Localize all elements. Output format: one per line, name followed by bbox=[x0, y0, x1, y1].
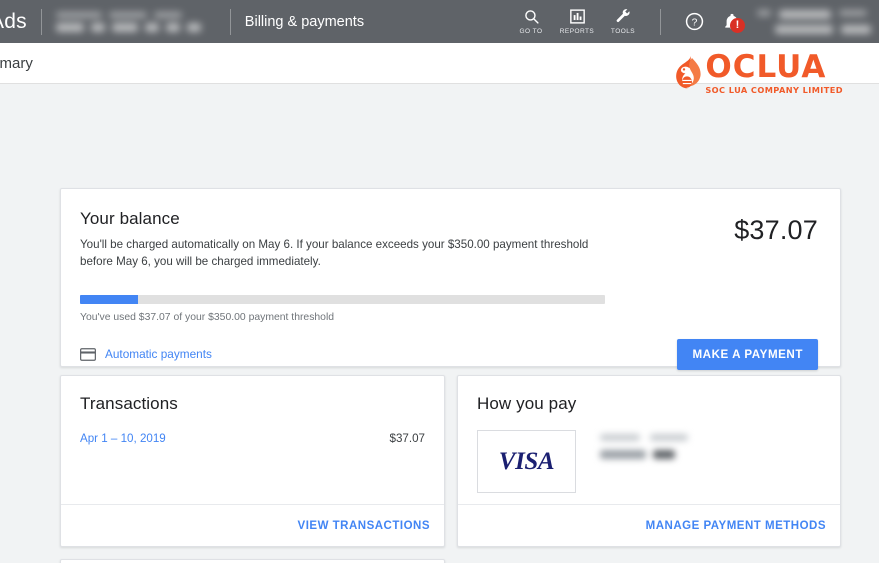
progress-track bbox=[80, 294, 605, 304]
notification-badge: ! bbox=[730, 17, 745, 33]
balance-title: Your balance bbox=[80, 209, 180, 228]
tools-icon bbox=[616, 9, 630, 22]
tools-button[interactable]: TOOLS bbox=[600, 8, 646, 35]
blur-pill bbox=[600, 434, 640, 441]
balance-text-block: Your balance You'll be charged automatic… bbox=[80, 209, 734, 271]
divider bbox=[229, 8, 231, 35]
account-line-bottom bbox=[55, 22, 216, 32]
user-account-blurred[interactable] bbox=[757, 9, 875, 34]
breadcrumb: mmary bbox=[0, 54, 33, 72]
automatic-payments-link[interactable]: Automatic payments bbox=[80, 347, 212, 361]
blur-pill bbox=[757, 9, 771, 16]
transactions-footer: VIEW TRANSACTIONS bbox=[61, 504, 444, 546]
how-you-pay-footer: MANAGE PAYMENT METHODS bbox=[458, 504, 840, 546]
threshold-progress: You've used $37.07 of your $350.00 payme… bbox=[80, 294, 818, 323]
transactions-title: Transactions bbox=[80, 394, 178, 413]
svg-text:?: ? bbox=[691, 17, 697, 28]
transaction-amount: $37.07 bbox=[389, 432, 425, 445]
reports-button[interactable]: REPORTS bbox=[554, 8, 600, 35]
blur-pill bbox=[55, 22, 84, 32]
transactions-card: Transactions Apr 1 – 10, 2019 $37.07 VIE… bbox=[60, 375, 445, 547]
ads-logo[interactable]: Ads bbox=[0, 10, 27, 34]
balance-amount: $37.07 bbox=[734, 215, 818, 245]
logo-tagline: SOC LUA COMPANY LIMITED bbox=[705, 84, 843, 95]
how-you-pay-title: How you pay bbox=[477, 394, 577, 413]
blur-pill bbox=[653, 450, 675, 459]
divider bbox=[40, 8, 42, 35]
make-a-payment-button[interactable]: MAKE A PAYMENT bbox=[677, 338, 818, 370]
blur-pill bbox=[55, 11, 102, 18]
blur-pill bbox=[779, 9, 831, 19]
balance-description: You'll be charged automatically on May 6… bbox=[80, 238, 589, 269]
blur-pill bbox=[841, 24, 871, 34]
card-details-blurred bbox=[600, 434, 688, 459]
go-to-button[interactable]: GO TO bbox=[508, 8, 554, 35]
blur-pill bbox=[650, 434, 688, 441]
view-transactions-link[interactable]: VIEW TRANSACTIONS bbox=[298, 520, 430, 532]
settings-card: Settings bbox=[60, 559, 445, 563]
divider bbox=[660, 8, 661, 35]
transactions-body: Transactions Apr 1 – 10, 2019 $37.07 bbox=[61, 376, 444, 445]
main-content: Your balance You'll be charged automatic… bbox=[0, 84, 879, 563]
visa-card-tile[interactable]: VISA bbox=[477, 430, 576, 493]
account-line-top bbox=[55, 11, 216, 18]
blur-pill bbox=[111, 22, 138, 32]
transaction-date-link[interactable]: Apr 1 – 10, 2019 bbox=[80, 432, 166, 445]
top-bar: Ads Billing & payments GO TO bbox=[0, 0, 879, 43]
blur-pill bbox=[165, 22, 180, 32]
table-row: Apr 1 – 10, 2019 $37.07 bbox=[80, 432, 425, 445]
reports-label: REPORTS bbox=[559, 28, 595, 35]
automatic-payments-label: Automatic payments bbox=[105, 347, 212, 362]
notifications-button[interactable]: ! bbox=[713, 13, 751, 33]
top-bar-actions: GO TO REPORTS TOOLS ? ! bbox=[508, 0, 879, 43]
card-detail-line-top bbox=[600, 434, 688, 441]
page-section-label: Billing & payments bbox=[244, 13, 365, 30]
help-button[interactable]: ? bbox=[675, 12, 713, 31]
company-logo: OCLUA SOC LUA COMPANY LIMITED bbox=[665, 52, 843, 96]
credit-card-icon bbox=[80, 347, 96, 361]
payment-method-row: VISA bbox=[477, 430, 821, 493]
user-line-top bbox=[757, 9, 875, 19]
progress-note: You've used $37.07 of your $350.00 payme… bbox=[80, 311, 335, 323]
logo-text: OCLUA SOC LUA COMPANY LIMITED bbox=[705, 49, 843, 95]
blur-pill bbox=[775, 24, 833, 34]
blur-pill bbox=[600, 450, 646, 459]
blur-pill bbox=[90, 22, 105, 32]
user-line-bottom bbox=[757, 24, 875, 34]
progress-fill bbox=[80, 294, 138, 304]
flame-icon bbox=[665, 52, 709, 96]
reports-icon bbox=[569, 9, 585, 24]
how-you-pay-card: How you pay VISA MANAGE PAYMENT METHODS bbox=[457, 375, 841, 547]
logo-wordmark: OCLUA bbox=[705, 49, 827, 86]
search-icon bbox=[524, 10, 539, 24]
balance-footer: Automatic payments MAKE A PAYMENT bbox=[80, 338, 818, 370]
balance-header: Your balance You'll be charged automatic… bbox=[80, 209, 818, 271]
help-icon: ? bbox=[685, 12, 703, 31]
tools-label: TOOLS bbox=[610, 28, 636, 35]
blur-pill bbox=[108, 11, 147, 18]
blur-pill bbox=[186, 22, 201, 32]
blur-pill bbox=[144, 22, 159, 32]
visa-logo: VISA bbox=[498, 447, 555, 475]
blur-pill bbox=[839, 9, 867, 16]
how-you-pay-body: How you pay VISA bbox=[458, 376, 840, 493]
balance-card: Your balance You'll be charged automatic… bbox=[60, 188, 841, 370]
manage-payment-methods-link[interactable]: MANAGE PAYMENT METHODS bbox=[646, 520, 826, 532]
go-to-label: GO TO bbox=[519, 28, 543, 35]
account-selector-blurred[interactable] bbox=[55, 11, 216, 32]
card-detail-line-bottom bbox=[600, 450, 688, 459]
blur-pill bbox=[153, 11, 182, 18]
